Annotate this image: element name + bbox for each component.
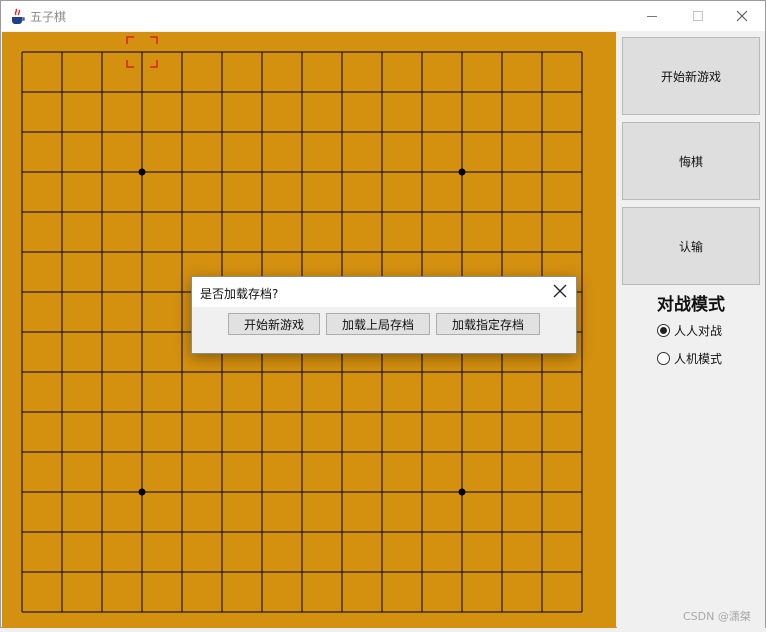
star-point — [458, 488, 466, 496]
star-point — [138, 488, 146, 496]
star-point — [458, 168, 466, 176]
java-cup-icon — [9, 8, 26, 24]
load-save-dialog: 是否加载存档? 开始新游戏 加载上局存档 加载指定存档 — [191, 276, 577, 354]
dialog-title-bar: 是否加载存档? — [192, 277, 576, 307]
close-icon[interactable] — [552, 283, 568, 299]
battle-mode-title: 对战模式 — [657, 295, 725, 315]
watermark: CSDN @潇桀 — [683, 610, 751, 623]
mode-pvp-option[interactable]: 人人对战 — [657, 322, 722, 339]
load-specific-save-button[interactable]: 加载指定存档 — [436, 313, 540, 335]
dialog-new-game-button[interactable]: 开始新游戏 — [228, 313, 320, 335]
mode-pvp-label: 人人对战 — [674, 324, 723, 338]
new-game-button[interactable]: 开始新游戏 — [622, 37, 760, 115]
maximize-icon — [693, 11, 703, 21]
radio-unchecked-icon[interactable] — [657, 352, 670, 365]
radio-checked-icon[interactable] — [657, 324, 670, 337]
close-icon — [736, 10, 748, 22]
close-window-button[interactable] — [719, 1, 765, 31]
title-bar: 五子棋 — [1, 1, 765, 31]
main-window: 五子棋 开始新游戏 悔棋 认输 对战模式 人人对战 人机模式 CSDN @潇桀 … — [0, 0, 766, 628]
dialog-title: 是否加载存档? — [200, 287, 279, 301]
minimize-icon — [647, 16, 657, 17]
load-last-save-button[interactable]: 加载上局存档 — [326, 313, 430, 335]
mode-pve-option[interactable]: 人机模式 — [657, 350, 722, 367]
maximize-button[interactable] — [675, 1, 721, 31]
star-point — [138, 168, 146, 176]
mode-pve-label: 人机模式 — [674, 352, 723, 366]
undo-move-button[interactable]: 悔棋 — [622, 122, 760, 200]
window-title: 五子棋 — [30, 10, 67, 24]
resign-button[interactable]: 认输 — [622, 207, 760, 285]
minimize-button[interactable] — [629, 1, 675, 31]
side-panel: 开始新游戏 悔棋 认输 对战模式 人人对战 人机模式 CSDN @潇桀 — [617, 32, 765, 628]
